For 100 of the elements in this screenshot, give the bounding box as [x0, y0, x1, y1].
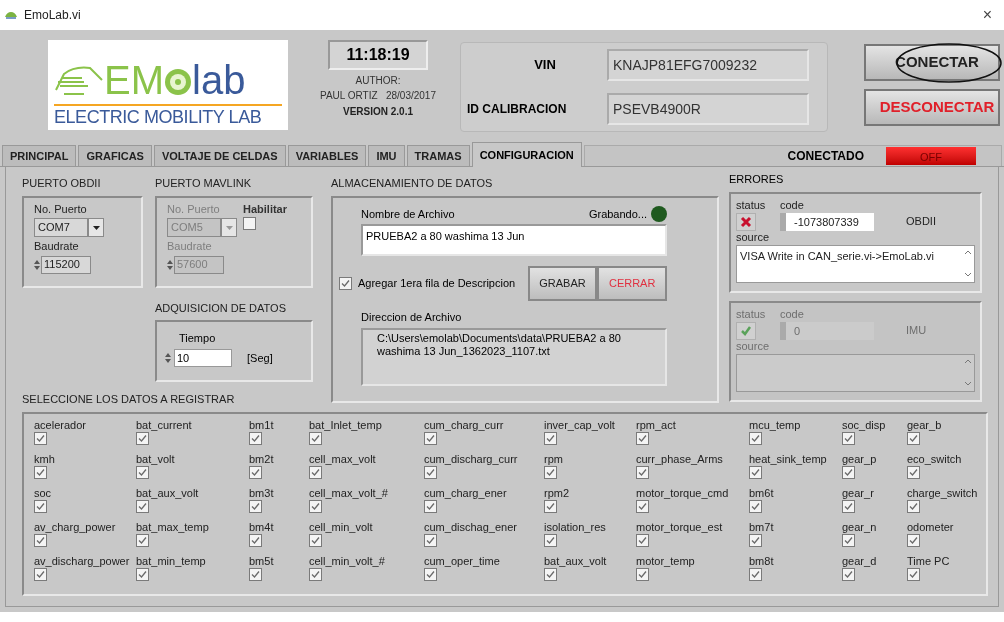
variable-label: cum_charg_curr: [424, 417, 504, 432]
variable-checkbox[interactable]: [907, 499, 920, 513]
dropdown-button[interactable]: [88, 218, 104, 237]
close-button[interactable]: ×: [982, 3, 992, 27]
variable-label: heat_sink_temp: [749, 451, 827, 466]
variable-checkbox[interactable]: [749, 533, 762, 547]
tab[interactable]: TRAMAS: [406, 145, 470, 166]
variable-checkbox[interactable]: [424, 499, 437, 513]
variable-checkbox[interactable]: [749, 499, 762, 513]
variable-label: bm7t: [749, 519, 774, 534]
variable-checkbox[interactable]: [842, 533, 855, 547]
enable-label: Habilitar: [243, 201, 287, 217]
variable-checkbox[interactable]: [636, 499, 649, 513]
author-text: PAUL ORTIZ 28/03/2017: [320, 89, 436, 103]
field-label: Direccion de Archivo: [361, 310, 463, 325]
variable-checkbox[interactable]: [907, 567, 920, 581]
variable-checkbox[interactable]: [636, 567, 649, 581]
variable-label: cum_dischag_ener: [424, 519, 517, 534]
variable-checkbox[interactable]: [249, 465, 262, 479]
variable-label: bm3t: [249, 485, 274, 500]
variable-checkbox[interactable]: [842, 499, 855, 513]
field-label: source: [736, 340, 771, 352]
variable-checkbox[interactable]: [907, 465, 920, 479]
variable-checkbox[interactable]: [544, 567, 557, 581]
port-select[interactable]: COM7: [34, 218, 88, 237]
variable-checkbox[interactable]: [544, 465, 557, 479]
file-name-field[interactable]: PRUEBA2 a 80 washima 13 Jun: [361, 224, 667, 256]
variable-checkbox[interactable]: [249, 533, 262, 547]
variable-checkbox[interactable]: [424, 567, 437, 581]
variable-label: cell_max_volt: [309, 451, 376, 466]
field-label: Baudrate: [167, 239, 213, 254]
code-field: -1073807339: [780, 213, 874, 231]
description-checkbox[interactable]: [339, 277, 352, 290]
variable-checkbox[interactable]: [136, 431, 149, 445]
variable-checkbox[interactable]: [749, 465, 762, 479]
tab[interactable]: VOLTAJE DE CELDAS: [153, 145, 286, 166]
variable-checkbox[interactable]: [749, 567, 762, 581]
tab[interactable]: VARIABLES: [287, 145, 367, 166]
variable-checkbox[interactable]: [544, 431, 557, 445]
record-button[interactable]: GRABAR: [527, 266, 598, 301]
variable-label: charge_switch: [907, 485, 978, 500]
variable-label: gear_d: [842, 553, 877, 568]
spinner-arrows-icon[interactable]: [34, 258, 40, 271]
variable-checkbox[interactable]: [842, 431, 855, 445]
file-path-field: C:\Users\emolab\Documents\data\PRUEBA2 a 80 washima 13 Jun_1362023_1107.txt: [361, 327, 667, 386]
recording-label: Grabando...: [588, 206, 647, 222]
caret-icon: [225, 225, 233, 230]
variable-checkbox[interactable]: [34, 431, 47, 445]
variable-label: Time PC: [907, 553, 950, 568]
variable-checkbox[interactable]: [136, 533, 149, 547]
variable-checkbox[interactable]: [424, 533, 437, 547]
variable-checkbox[interactable]: [907, 533, 920, 547]
variable-checkbox[interactable]: [842, 465, 855, 479]
variable-checkbox[interactable]: [636, 431, 649, 445]
tab[interactable]: GRAFICAS: [78, 145, 152, 166]
variable-checkbox[interactable]: [309, 465, 322, 479]
variable-checkbox[interactable]: [424, 431, 437, 445]
variable-checkbox[interactable]: [636, 533, 649, 547]
variable-label: acelerador: [34, 417, 86, 432]
variable-label: odometer: [907, 519, 954, 534]
variable-checkbox[interactable]: [34, 533, 47, 547]
variable-checkbox[interactable]: [424, 465, 437, 479]
variable-label: bm1t: [249, 417, 274, 432]
variable-checkbox[interactable]: [309, 533, 322, 547]
time-field[interactable]: 10: [174, 349, 232, 367]
tab[interactable]: PRINCIPAL: [2, 145, 77, 166]
variable-checkbox[interactable]: [636, 465, 649, 479]
tab[interactable]: IMU: [368, 145, 405, 166]
variable-checkbox[interactable]: [842, 567, 855, 581]
variable-checkbox[interactable]: [136, 567, 149, 581]
group-title: SELECCIONE LOS DATOS A REGISTRAR: [22, 392, 236, 407]
field-label: No. Puerto: [167, 201, 221, 217]
variable-checkbox[interactable]: [749, 431, 762, 445]
spinner-arrows-icon[interactable]: [165, 352, 171, 364]
variable-checkbox[interactable]: [907, 431, 920, 445]
variable-label: bat_current: [136, 417, 192, 432]
variable-label: motor_torque_est: [636, 519, 723, 534]
variable-label: rpm: [544, 451, 563, 466]
scroll-arrows-icon[interactable]: [965, 248, 971, 278]
variable-checkbox[interactable]: [249, 431, 262, 445]
variable-checkbox[interactable]: [136, 499, 149, 513]
tab[interactable]: CONFIGURACION: [471, 142, 582, 167]
variable-checkbox[interactable]: [309, 499, 322, 513]
variable-checkbox[interactable]: [34, 465, 47, 479]
variable-checkbox[interactable]: [544, 499, 557, 513]
variable-checkbox[interactable]: [34, 499, 47, 513]
check-icon: [740, 325, 752, 337]
variable-checkbox[interactable]: [249, 499, 262, 513]
variable-checkbox[interactable]: [34, 567, 47, 581]
baudrate-field[interactable]: 115200: [41, 255, 91, 274]
variable-checkbox[interactable]: [309, 431, 322, 445]
spinner-arrows-icon[interactable]: [167, 258, 173, 271]
variable-checkbox[interactable]: [249, 567, 262, 581]
variable-checkbox[interactable]: [136, 465, 149, 479]
field-label: Nombre de Archivo: [361, 206, 455, 222]
error-cross-icon: [740, 216, 752, 228]
variable-label: bm6t: [749, 485, 774, 500]
variable-checkbox[interactable]: [309, 567, 322, 581]
variable-label: cum_discharg_curr: [424, 451, 518, 466]
variable-checkbox[interactable]: [544, 533, 557, 547]
